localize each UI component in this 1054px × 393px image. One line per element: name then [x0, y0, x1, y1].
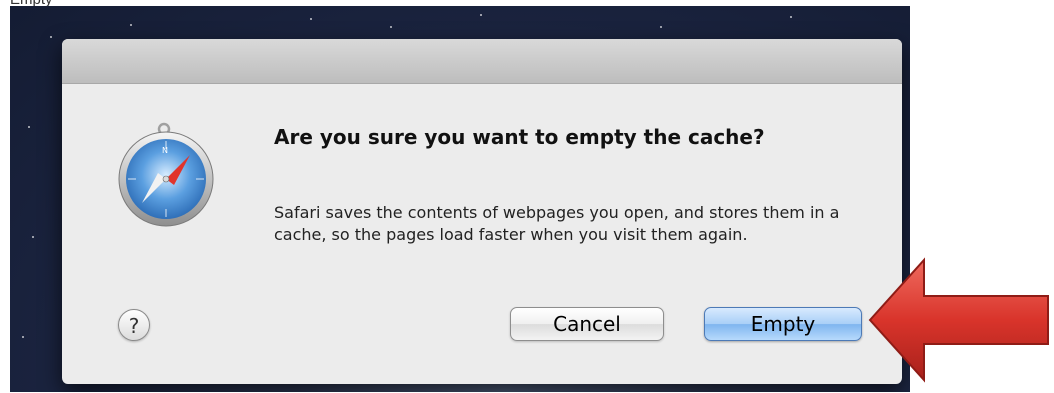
star: [660, 26, 662, 28]
star: [390, 26, 392, 28]
star: [22, 336, 24, 338]
star: [28, 126, 30, 128]
star: [50, 36, 52, 38]
cancel-button[interactable]: Cancel: [510, 307, 664, 341]
dialog-heading: Are you sure you want to empty the cache…: [274, 125, 765, 149]
screenshot-canvas: Empty: [0, 0, 1054, 393]
star: [790, 16, 792, 18]
help-button[interactable]: ?: [118, 309, 150, 341]
star: [32, 236, 34, 238]
star: [130, 24, 132, 26]
red-arrow-icon: [868, 257, 1049, 383]
safari-compass-icon: N: [118, 122, 214, 227]
svg-text:N: N: [162, 146, 168, 155]
dialog-message: Safari saves the contents of webpages yo…: [274, 203, 840, 244]
empty-cache-dialog: N Are you sure you want to empty the cac…: [62, 39, 902, 384]
star: [480, 14, 482, 16]
desktop-background: N Are you sure you want to empty the cac…: [10, 6, 910, 392]
empty-button[interactable]: Empty: [704, 307, 862, 341]
star: [310, 18, 312, 20]
dialog-titlebar: [62, 39, 902, 84]
